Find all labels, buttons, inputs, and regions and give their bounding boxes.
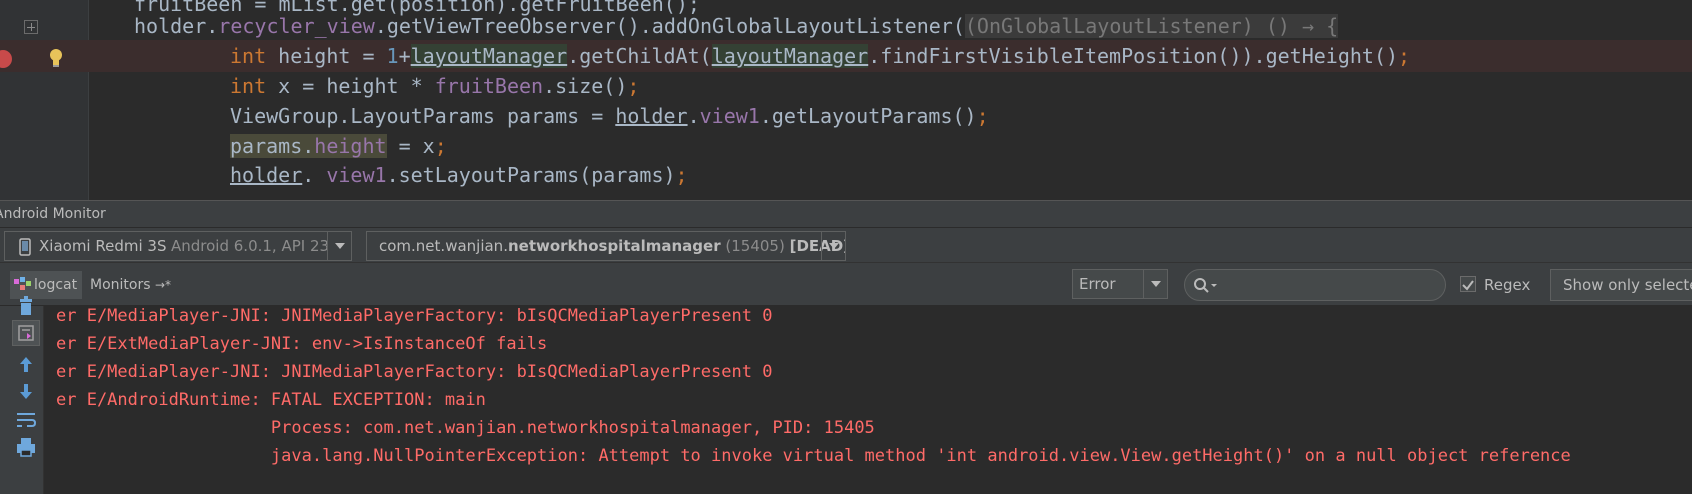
log-level-select[interactable]: Error — [1072, 269, 1168, 299]
code-token: ; — [675, 163, 688, 187]
filter-value: Show only selected application — [1563, 276, 1692, 294]
code-token: 1 — [386, 44, 399, 68]
code-text: int x = height * fruitBeen.size(); — [230, 70, 639, 102]
code-token: layoutManager — [410, 44, 568, 68]
code-line-3-error[interactable]: int height = 1+layoutManager.getChildAt(… — [0, 40, 1692, 72]
code-token: holder. — [134, 14, 219, 38]
logcat-output[interactable]: er E/MediaPlayer-JNI: JNIMediaPlayerFact… — [44, 306, 1692, 494]
code-token: view1 — [326, 163, 387, 187]
log-line: java.lang.NullPointerException: Attempt … — [56, 446, 1571, 466]
code-line-7[interactable]: holder. view1.setLayoutParams(params); — [0, 159, 1692, 191]
code-token: height — [314, 134, 387, 158]
filter-select[interactable]: Show only selected application — [1550, 269, 1692, 301]
clear-log-trash-icon[interactable] — [12, 292, 40, 318]
code-token: int — [230, 74, 279, 98]
code-line-5[interactable]: ViewGroup.LayoutParams params = holder.v… — [0, 100, 1692, 132]
code-token: recycler_view — [218, 14, 375, 38]
process-name: networkhospitalmanager — [507, 237, 721, 255]
arrow-down-icon[interactable] — [12, 378, 40, 404]
phone-icon — [19, 238, 31, 256]
code-token: + — [398, 44, 411, 68]
code-text: params.height = x; — [230, 130, 447, 162]
code-token: . — [302, 163, 327, 187]
device-selector-bar: Xiaomi Redmi 3S Android 6.0.1, API 23 co… — [0, 228, 1692, 262]
code-text: holder. view1.setLayoutParams(params); — [230, 159, 688, 191]
code-token: .size() — [543, 74, 628, 98]
code-token: ; — [1398, 44, 1411, 68]
log-line: Process: com.net.wanjian.networkhospital… — [56, 418, 875, 438]
log-line: er E/MediaPlayer-JNI: JNIMediaPlayerFact… — [56, 306, 773, 326]
code-text: ViewGroup.LayoutParams params = holder.v… — [230, 100, 989, 132]
code-editor[interactable]: fruitBeen = mList.get(position).getFruit… — [0, 0, 1692, 200]
code-token: ; — [627, 74, 640, 98]
process-combo[interactable]: com.net.wanjian.networkhospitalmanager (… — [366, 231, 846, 261]
scroll-to-end-button[interactable] — [12, 320, 40, 346]
chevron-down-icon[interactable] — [821, 232, 845, 260]
device-combo[interactable]: Xiaomi Redmi 3S Android 6.0.1, API 23 — [4, 231, 352, 261]
code-token: holder — [615, 104, 688, 128]
log-search-input[interactable] — [1184, 269, 1446, 301]
chevron-down-icon[interactable] — [327, 232, 351, 260]
log-line: er E/AndroidRuntime: FATAL EXCEPTION: ma… — [56, 390, 486, 410]
code-token: .setLayoutParams(params) — [386, 163, 676, 187]
regex-label: Regex — [1484, 276, 1531, 294]
chevron-down-icon[interactable] — [1143, 270, 1167, 298]
code-token: view1 — [699, 104, 760, 128]
code-token: .getLayoutParams() — [759, 104, 977, 128]
code-token: int — [230, 44, 279, 68]
android-monitor-title-bar[interactable]: Android Monitor — [0, 200, 1692, 228]
process-pid: (15405) — [725, 237, 785, 255]
log-level-value: Error — [1079, 275, 1116, 293]
code-token: . — [687, 104, 700, 128]
device-os: Android 6.0.1, API 23 — [171, 237, 330, 255]
code-token: height = — [278, 44, 387, 68]
print-icon[interactable] — [12, 434, 40, 460]
tab-label: logcat — [34, 277, 78, 293]
code-token: .getViewTreeObserver().addOnGlobalLayout… — [374, 14, 965, 38]
search-icon — [1194, 278, 1217, 293]
code-token: fruitBeen — [434, 74, 544, 98]
process-label: com.net.wanjian.networkhospitalmanager (… — [379, 232, 845, 260]
tab-monitors[interactable]: Monitors →* — [86, 271, 171, 299]
code-token: ViewGroup.LayoutParams params = — [230, 104, 616, 128]
code-text: int height = 1+layoutManager.getChildAt(… — [230, 40, 1410, 72]
code-text: holder.recycler_view.getViewTreeObserver… — [134, 10, 1339, 42]
code-token: .getChildAt( — [567, 44, 712, 68]
code-token: .findFirstVisibleItemPosition()).getHeig… — [868, 44, 1399, 68]
process-prefix: com.net.wanjian. — [379, 237, 508, 255]
code-line-4[interactable]: int x = height * fruitBeen.size(); — [0, 70, 1692, 102]
code-token: ; — [434, 134, 447, 158]
fold-expand-icon[interactable] — [24, 20, 38, 34]
code-token: = x — [386, 134, 435, 158]
arrow-up-icon[interactable] — [12, 352, 40, 378]
code-token: holder — [230, 163, 303, 187]
code-token: layoutManager — [711, 44, 869, 68]
code-line-6[interactable]: params.height = x; — [0, 130, 1692, 162]
panel-title: Android Monitor — [0, 206, 106, 222]
pin-arrow-icon: →* — [154, 278, 172, 292]
code-token: x = height * — [278, 74, 435, 98]
code-token: params. — [230, 134, 315, 158]
soft-wrap-icon[interactable] — [12, 406, 40, 432]
logcat-side-toolbar — [0, 296, 44, 494]
check-icon — [1462, 280, 1474, 291]
code-token: (OnGlobalLayoutListener) () → { — [964, 14, 1339, 38]
lightbulb-icon[interactable] — [48, 48, 64, 68]
logcat-toolbar: logcat Monitors →* Error Regex Show only… — [0, 262, 1692, 306]
tab-label: Monitors — [90, 277, 151, 293]
code-token: ; — [976, 104, 989, 128]
scroll-end-icon — [18, 325, 34, 341]
device-name: Xiaomi Redmi 3S — [39, 237, 167, 255]
regex-checkbox[interactable] — [1460, 276, 1476, 292]
log-line: er E/ExtMediaPlayer-JNI: env->IsInstance… — [56, 334, 548, 354]
code-line-2[interactable]: holder.recycler_view.getViewTreeObserver… — [0, 10, 1692, 42]
log-line: er E/MediaPlayer-JNI: JNIMediaPlayerFact… — [56, 362, 773, 382]
logcat-icon — [14, 277, 31, 290]
